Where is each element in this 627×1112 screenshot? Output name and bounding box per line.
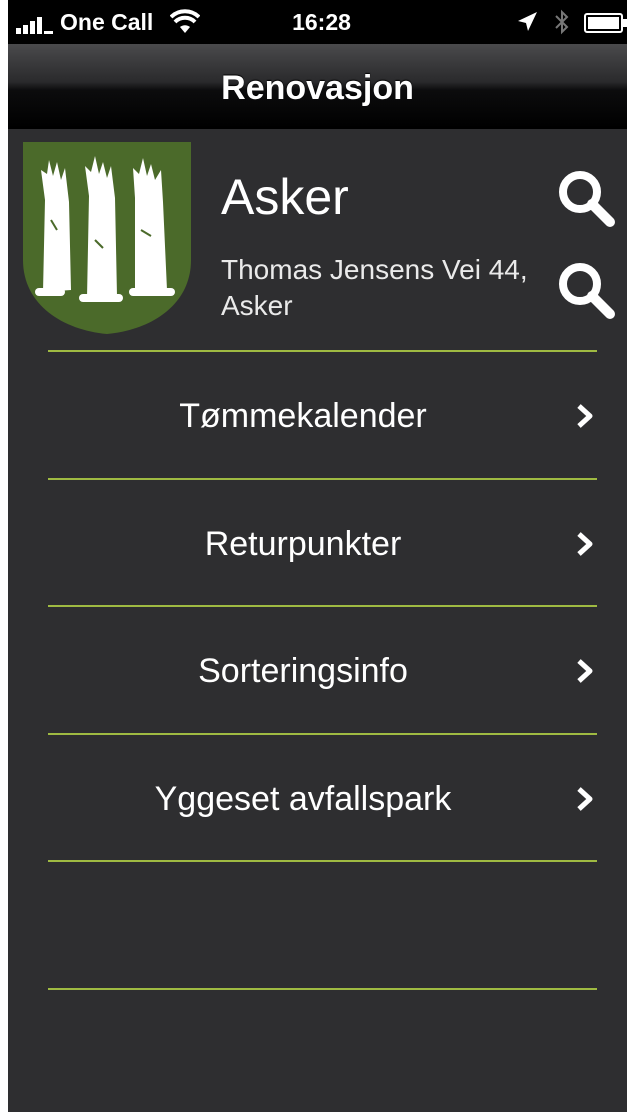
chevron-right-icon [577,659,593,683]
menu-item-empty[interactable] [48,864,597,988]
chevron-right-icon [577,404,593,428]
menu-item-sorteringsinfo[interactable]: Sorteringsinfo [48,609,597,733]
divider [48,733,597,735]
menu-item-yggeset-avfallspark[interactable]: Yggeset avfallspark [48,737,597,861]
menu-item-label: Returpunkter [204,525,402,563]
location-arrow-icon [518,12,537,31]
address-text: Thomas Jensens Vei 44, Asker [221,254,528,321]
divider [48,478,597,480]
search-municipality-button[interactable] [554,166,618,230]
page-title: Renovasjon [221,69,414,107]
search-icon [559,263,615,319]
divider [48,350,597,352]
chevron-right-icon [577,787,593,811]
divider [48,605,597,607]
menu-item-tommekalender[interactable]: Tømmekalender [48,354,597,478]
search-icon [559,171,615,227]
divider [48,988,597,990]
bluetooth-icon [555,9,569,35]
menu-item-label: Sorteringsinfo [198,652,408,690]
search-address-button[interactable] [554,258,618,322]
status-bar: One Call 16:28 [8,0,627,44]
municipality-crest-logo [23,142,191,334]
municipality-name: Asker [221,169,349,225]
chevron-right-icon [577,532,593,556]
divider [48,860,597,862]
menu-item-label: Tømmekalender [179,397,427,435]
navigation-bar: Renovasjon [8,44,627,129]
app-screen: One Call 16:28 Renovasjon Asker Thomas J… [8,0,627,1112]
battery-icon [584,13,627,33]
menu-item-returpunkter[interactable]: Returpunkter [48,482,597,606]
menu-item-label: Yggeset avfallspark [154,780,452,818]
